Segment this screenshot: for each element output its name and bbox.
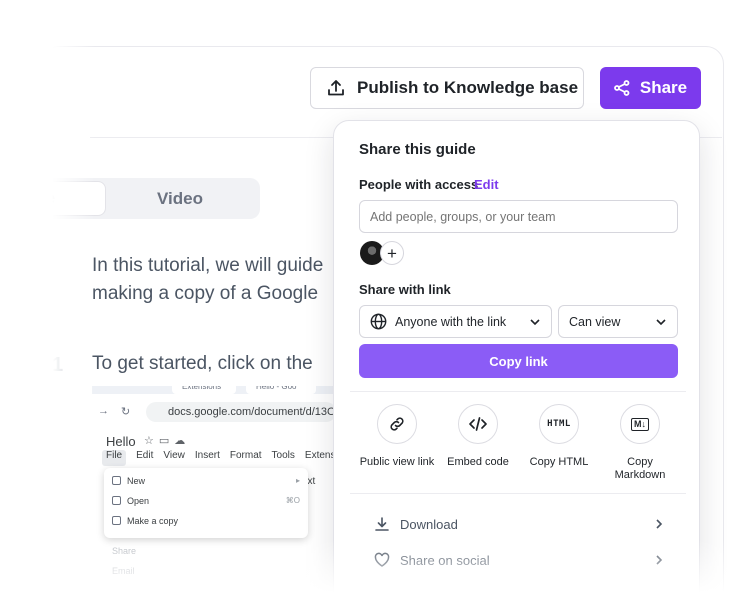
chevron-right-icon xyxy=(656,519,663,529)
publish-to-knowledge-base-button[interactable]: Publish to Knowledge base xyxy=(310,67,584,109)
share-on-social-label: Share on social xyxy=(400,552,490,568)
copy-icon xyxy=(112,516,121,525)
menu-item-label: Make a copy xyxy=(127,516,179,526)
html-icon: HTML xyxy=(539,404,579,444)
share-popover: Share this guide People with access Edit… xyxy=(333,120,700,615)
link-icon xyxy=(377,404,417,444)
menu-item-open: Open xyxy=(112,496,149,506)
tab-video-label: Video xyxy=(157,188,203,208)
menu-item-label: New xyxy=(127,476,146,486)
browser-tab: Hello - Goo xyxy=(246,386,316,394)
copy-link-button[interactable]: Copy link xyxy=(359,344,678,378)
share-with-link-label: Share with link xyxy=(359,282,451,297)
permission-select[interactable]: Can view xyxy=(558,305,678,338)
menu-item-make-copy: Make a copy xyxy=(112,516,178,526)
file-dropdown: New ▸ Open ⌘O Make a copy xyxy=(104,468,308,538)
add-person-button[interactable]: + xyxy=(380,241,404,265)
menu-format: Format xyxy=(229,450,262,461)
menu-item-shortcut: ⌘O xyxy=(285,496,300,505)
menu-file: File xyxy=(102,450,127,466)
forward-icon: → xyxy=(98,405,109,417)
add-people-input[interactable] xyxy=(359,200,678,233)
menu-insert: Insert xyxy=(194,450,220,461)
browser-url-bar: docs.google.com/document/d/13OLHj7 xyxy=(146,402,336,422)
markdown-icon: M↓ xyxy=(620,404,660,444)
heart-icon xyxy=(374,552,390,567)
html-icon-text: HTML xyxy=(547,419,571,429)
copy-markdown-option[interactable]: M↓ Copy Markdown xyxy=(598,404,682,482)
download-label: Download xyxy=(400,516,458,532)
embed-code-option[interactable]: Embed code xyxy=(436,404,520,469)
tab-article[interactable]: rticle xyxy=(0,181,106,216)
download-row[interactable]: Download xyxy=(374,513,664,535)
folder-icon xyxy=(112,496,121,505)
share-button-label: Share xyxy=(639,78,688,97)
download-icon xyxy=(375,517,389,531)
reload-icon: ↻ xyxy=(121,405,131,418)
link-scope-select[interactable]: Anyone with the link xyxy=(359,305,552,338)
intro-line-1: In this tutorial, we will guide xyxy=(92,255,324,276)
chevron-right-icon xyxy=(656,555,663,565)
option-label: Embed code xyxy=(447,456,509,468)
menu-item-shortcut: ▸ xyxy=(295,476,300,485)
divider xyxy=(350,493,686,494)
chevron-down-icon xyxy=(530,318,540,325)
menu-extensions: Extension xyxy=(304,450,336,461)
menu-item-label: Open xyxy=(127,496,150,506)
step-number: 1 xyxy=(52,354,64,376)
code-icon xyxy=(458,404,498,444)
option-label: Copy Markdown xyxy=(614,456,666,481)
option-label: Public view link xyxy=(359,456,435,468)
plus-icon: + xyxy=(387,243,397,263)
share-icon xyxy=(613,80,630,96)
divider xyxy=(350,391,686,392)
option-label: Copy HTML xyxy=(529,456,589,468)
publish-button-label: Publish to Knowledge base xyxy=(357,78,579,97)
globe-icon xyxy=(370,313,387,330)
copy-link-label: Copy link xyxy=(489,353,548,369)
link-scope-value: Anyone with the link xyxy=(395,314,507,329)
menu-item-new: New xyxy=(112,476,145,486)
intro-line-2: making a copy of a Google xyxy=(92,283,319,304)
edit-access-link[interactable]: Edit xyxy=(474,177,499,192)
faded-menu-item: Email xyxy=(112,566,135,576)
browser-tab: Extensions xyxy=(172,386,236,394)
popover-title: Share this guide xyxy=(359,141,476,158)
people-access-label: People with access xyxy=(359,177,479,192)
docs-menubar: File Edit View Insert Format Tools Exten… xyxy=(102,450,336,466)
browser-nav: → ↻ xyxy=(92,400,130,422)
upload-icon xyxy=(328,80,344,96)
step-screenshot: Extensions Hello - Goo → ↻ docs.google.c… xyxy=(92,386,336,596)
copy-html-option[interactable]: HTML Copy HTML xyxy=(517,404,601,469)
step-text: To get started, click on the xyxy=(92,353,313,374)
document-icon xyxy=(112,476,121,485)
chevron-down-icon xyxy=(656,318,666,325)
permission-value: Can view xyxy=(569,314,621,329)
tab-article-label: rticle xyxy=(16,189,55,207)
share-on-social-row[interactable]: Share on social xyxy=(374,549,664,571)
url-text: docs.google.com/document/d/13OLHj7 xyxy=(168,406,336,418)
markdown-icon-text: M↓ xyxy=(631,417,649,431)
menu-view: View xyxy=(163,450,185,461)
menu-tools: Tools xyxy=(271,450,295,461)
tab-video[interactable]: Video xyxy=(120,178,240,219)
doc-title: Hello xyxy=(106,434,136,449)
faded-menu-item: Share xyxy=(112,546,137,556)
share-button[interactable]: Share xyxy=(600,67,701,109)
doc-title-icons: ☆▭☁ xyxy=(144,435,191,447)
menu-edit: Edit xyxy=(136,450,154,461)
public-view-link-option[interactable]: Public view link xyxy=(355,404,439,469)
